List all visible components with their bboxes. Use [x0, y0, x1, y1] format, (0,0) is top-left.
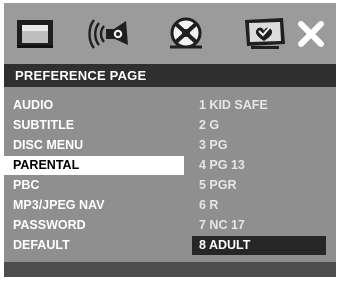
- rating-option-label: 3 PG: [199, 138, 228, 152]
- rating-option-1[interactable]: 1 KID SAFE: [192, 96, 326, 115]
- menu-item-audio[interactable]: AUDIO: [4, 96, 184, 115]
- rating-option-label: 7 NC 17: [199, 218, 245, 232]
- menu-item-label: DISC MENU: [13, 138, 84, 152]
- rating-option-label: 4 PG 13: [199, 158, 245, 172]
- general-setup-icon[interactable]: [14, 15, 58, 53]
- menu-item-default[interactable]: DEFAULT: [4, 236, 184, 255]
- rating-option-2[interactable]: 2 G: [192, 116, 326, 135]
- rating-option-4[interactable]: 4 PG 13: [192, 156, 326, 175]
- rating-option-6[interactable]: 6 R: [192, 196, 326, 215]
- video-setup-icon[interactable]: [164, 15, 208, 53]
- menu-item-label: AUDIO: [13, 98, 54, 112]
- menu-item-label: MP3/JPEG NAV: [13, 198, 105, 212]
- menu-item-mp3-jpeg-nav[interactable]: MP3/JPEG NAV: [4, 196, 184, 215]
- menu-item-subtitle[interactable]: SUBTITLE: [4, 116, 184, 135]
- menu-item-label: PARENTAL: [13, 158, 80, 172]
- menu-item-label: PBC: [13, 178, 40, 192]
- rating-option-8[interactable]: 8 ADULT: [192, 236, 326, 255]
- rating-option-label: 6 R: [199, 198, 219, 212]
- rating-option-label: 8 ADULT: [199, 238, 251, 252]
- menu-item-label: SUBTITLE: [13, 118, 75, 132]
- rating-option-label: 5 PGR: [199, 178, 237, 192]
- rating-option-label: 2 G: [199, 118, 220, 132]
- menu-item-password[interactable]: PASSWORD: [4, 216, 184, 235]
- menu-item-parental[interactable]: PARENTAL: [4, 156, 184, 175]
- rating-option-5[interactable]: 5 PGR: [192, 176, 326, 195]
- page-title: PREFERENCE PAGE: [15, 68, 147, 83]
- menu-item-pbc[interactable]: PBC: [4, 176, 184, 195]
- rating-option-label: 1 KID SAFE: [199, 98, 268, 112]
- exit-icon[interactable]: [294, 15, 328, 53]
- dvd-setup-menu: PREFERENCE PAGE AUDIO SUBTITLE DISC MENU…: [4, 3, 336, 277]
- rating-option-7[interactable]: 7 NC 17: [192, 216, 326, 235]
- setup-icon-bar: [4, 3, 336, 64]
- rating-option-3[interactable]: 3 PG: [192, 136, 326, 155]
- preference-page-icon[interactable]: [239, 15, 289, 53]
- menu-item-label: PASSWORD: [13, 218, 86, 232]
- bottom-strip: [4, 262, 336, 277]
- audio-setup-icon[interactable]: [84, 15, 134, 53]
- page-title-bar: PREFERENCE PAGE: [4, 64, 336, 87]
- menu-item-label: DEFAULT: [13, 238, 70, 252]
- menu-item-disc-menu[interactable]: DISC MENU: [4, 136, 184, 155]
